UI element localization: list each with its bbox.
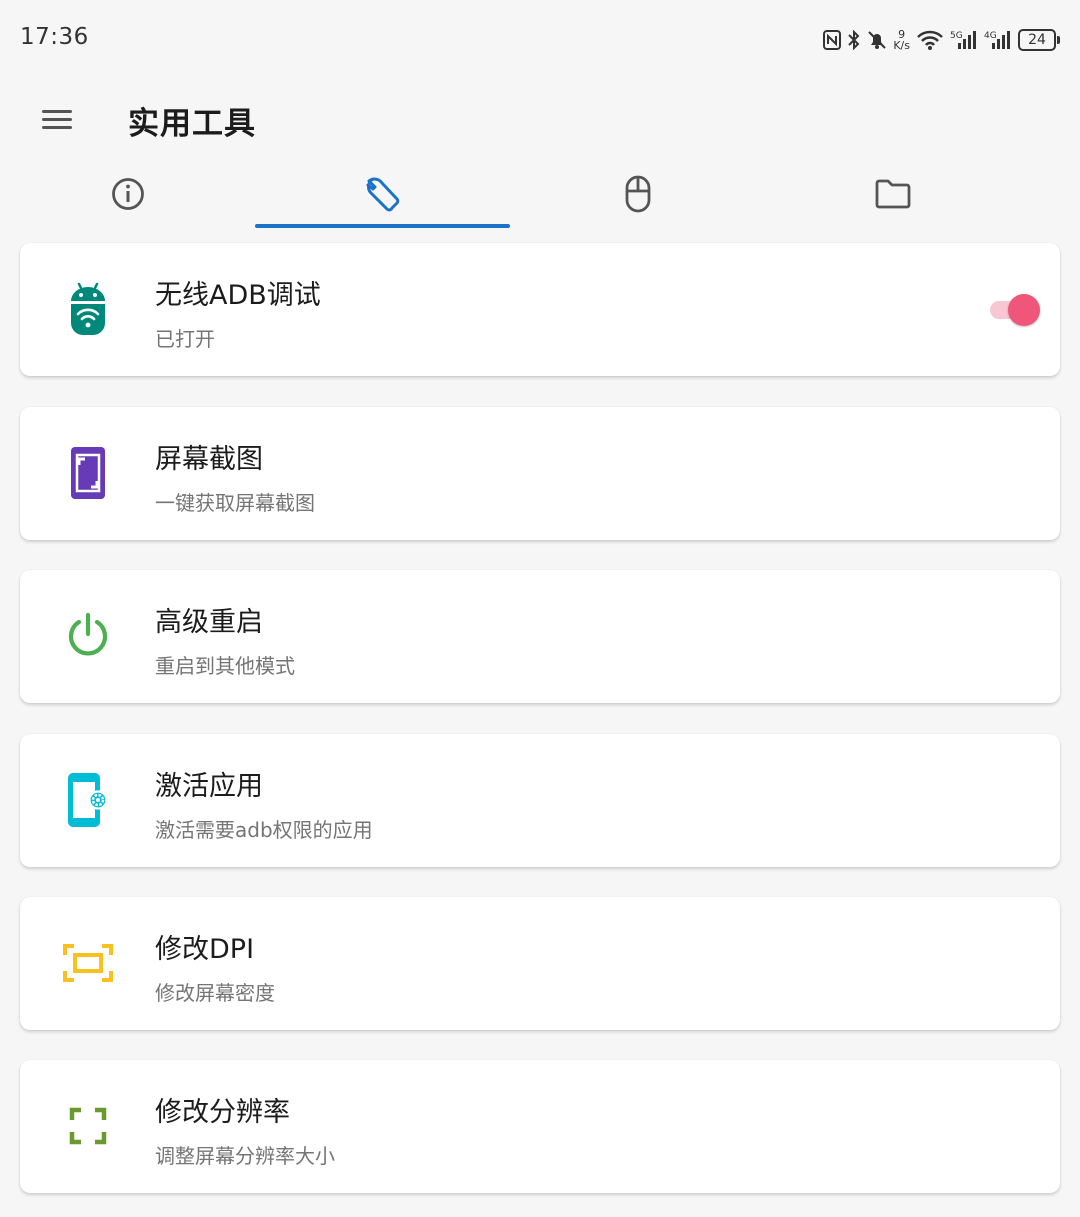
net-speed-unit: K/s — [893, 39, 910, 52]
tool-title: 高级重启 — [155, 607, 263, 638]
fullscreen-icon — [60, 1098, 116, 1154]
svg-text:4G: 4G — [984, 31, 997, 41]
tool-card-activate-app[interactable]: 激活应用 激活需要adb权限的应用 — [20, 734, 1060, 867]
phone-settings-icon — [60, 772, 116, 828]
power-icon — [60, 608, 116, 664]
tool-card-modify-resolution[interactable]: 修改分辨率 调整屏幕分辨率大小 — [20, 1060, 1060, 1193]
bluetooth-icon — [847, 30, 861, 50]
status-icons: 9 K/s 5G 4G 24 — [823, 24, 1060, 56]
toggle-thumb — [1008, 294, 1040, 326]
mute-icon — [867, 30, 887, 50]
battery-level: 24 — [1018, 29, 1056, 51]
signal-4g-icon: 4G — [984, 29, 1012, 51]
tool-subtitle: 修改屏幕密度 — [155, 981, 275, 1005]
tab-indicator — [255, 224, 510, 228]
svg-text:5G: 5G — [950, 31, 963, 41]
tab-tools[interactable] — [255, 160, 510, 228]
android-wifi-icon — [60, 281, 116, 337]
tab-info[interactable] — [0, 160, 255, 228]
tool-subtitle: 激活需要adb权限的应用 — [155, 818, 373, 842]
tab-mouse[interactable] — [510, 160, 765, 228]
tool-subtitle: 一键获取屏幕截图 — [155, 491, 315, 515]
tool-subtitle: 重启到其他模式 — [155, 654, 295, 678]
folder-icon — [875, 179, 910, 209]
dpi-frame-icon — [60, 935, 116, 991]
wireless-adb-toggle[interactable] — [986, 291, 1042, 327]
battery-icon: 24 — [1018, 29, 1060, 51]
status-time: 17:36 — [20, 24, 89, 50]
hamburger-menu-icon — [42, 110, 72, 129]
tool-card-wireless-adb[interactable]: 无线ADB调试 已打开 — [20, 243, 1060, 376]
screenshot-icon — [60, 445, 116, 501]
tool-title: 无线ADB调试 — [155, 280, 321, 311]
tool-title: 屏幕截图 — [155, 444, 263, 475]
app-bar: 实用工具 — [0, 80, 1080, 160]
mouse-icon — [625, 175, 650, 213]
tool-subtitle: 已打开 — [155, 327, 215, 351]
tab-files[interactable] — [765, 160, 1020, 228]
nfc-icon — [823, 30, 842, 50]
tool-title: 激活应用 — [155, 771, 263, 802]
net-speed: 9 K/s — [893, 29, 910, 51]
tab-bar — [0, 160, 1020, 228]
tool-card-advanced-reboot[interactable]: 高级重启 重启到其他模式 — [20, 570, 1060, 703]
tool-subtitle: 调整屏幕分辨率大小 — [155, 1144, 335, 1168]
signal-5g-icon: 5G — [950, 29, 978, 51]
tool-card-screenshot[interactable]: 屏幕截图 一键获取屏幕截图 — [20, 407, 1060, 540]
wifi-icon — [916, 29, 944, 51]
status-bar: 17:36 9 K/s 5G 4G 24 — [0, 0, 1080, 80]
info-icon — [111, 178, 144, 210]
page-title: 实用工具 — [128, 106, 256, 142]
tool-title: 修改DPI — [155, 934, 255, 965]
menu-button[interactable] — [30, 100, 86, 140]
wrench-icon — [365, 177, 399, 212]
tool-card-modify-dpi[interactable]: 修改DPI 修改屏幕密度 — [20, 897, 1060, 1030]
tool-title: 修改分辨率 — [155, 1097, 290, 1128]
